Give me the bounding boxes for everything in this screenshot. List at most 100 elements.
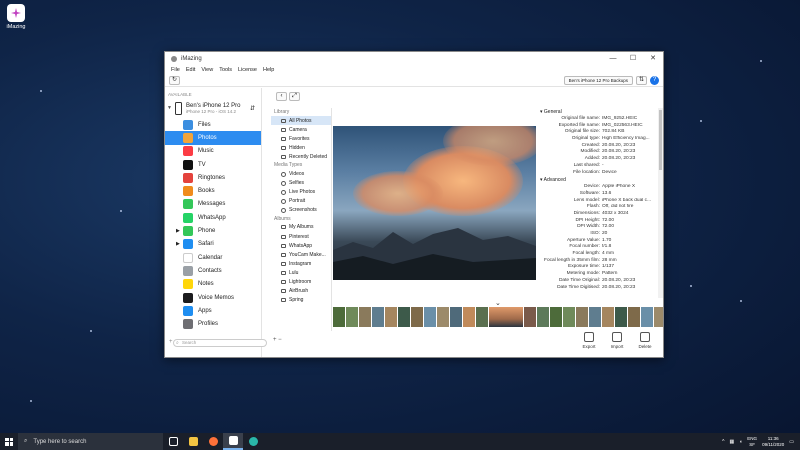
filmstrip-thumbnail[interactable] xyxy=(450,307,462,327)
media-item-videos[interactable]: Videos xyxy=(271,169,331,178)
sidebar-item-files[interactable]: Files xyxy=(165,118,261,131)
transfer-button[interactable]: ⇅ xyxy=(636,76,647,85)
chevron-up-icon[interactable]: ^ xyxy=(722,439,724,445)
sidebar-item-ringtones[interactable]: Ringtones xyxy=(165,171,261,184)
advanced-section-header[interactable]: ▾ Advanced xyxy=(538,176,663,184)
filmstrip-thumbnail[interactable] xyxy=(641,307,653,327)
album-item-pinterest[interactable]: Pinterest xyxy=(271,232,331,241)
media-item-selfies[interactable]: Selfies xyxy=(271,179,331,188)
chevron-down-icon[interactable]: ⌄ xyxy=(495,299,501,307)
album-item-whatsapp[interactable]: WhatsApp xyxy=(271,241,331,250)
library-item-hidden[interactable]: Hidden xyxy=(271,143,331,152)
close-button[interactable]: ✕ xyxy=(643,52,663,65)
filmstrip-thumbnail[interactable] xyxy=(385,307,397,327)
maximize-button[interactable]: ☐ xyxy=(623,52,643,65)
desktop-imazing-icon[interactable]: iMazing xyxy=(4,4,28,30)
menu-file[interactable]: File xyxy=(168,67,183,73)
album-item-instagram[interactable]: Instagram xyxy=(271,259,331,268)
minimize-button[interactable]: — xyxy=(603,52,623,65)
filmstrip-thumbnail[interactable] xyxy=(437,307,449,327)
library-item-recently-deleted[interactable]: Recently Deleted xyxy=(271,152,331,161)
taskbar-search[interactable]: ⌕ Type here to search xyxy=(18,433,163,450)
sidebar-item-apps[interactable]: Apps xyxy=(165,304,261,317)
import-button[interactable]: Import xyxy=(609,332,625,349)
sidebar-item-books[interactable]: Books xyxy=(165,184,261,197)
sidebar-item-contacts[interactable]: Contacts xyxy=(165,264,261,277)
edge-button[interactable] xyxy=(243,433,263,450)
filmstrip-thumbnail[interactable] xyxy=(576,307,588,327)
sidebar-item-safari[interactable]: ▶ Safari xyxy=(165,238,261,251)
language-indicator[interactable]: ENG SF xyxy=(747,436,757,448)
sidebar-item-calendar[interactable]: Calendar xyxy=(165,251,261,264)
add-album-button[interactable]: + − xyxy=(273,337,282,343)
media-item-portrait[interactable]: Portrait xyxy=(271,197,331,206)
filmstrip-thumbnail[interactable] xyxy=(563,307,575,327)
filmstrip-thumbnail[interactable] xyxy=(628,307,640,327)
info-scrollbar[interactable] xyxy=(658,108,663,298)
album-item-my-albums[interactable]: My Albums xyxy=(271,223,331,232)
network-icon[interactable]: ▦ xyxy=(730,439,735,445)
menu-help[interactable]: Help xyxy=(260,67,277,73)
sidebar-item-voice-memos[interactable]: Voice Memos xyxy=(165,291,261,304)
filmstrip-thumbnail[interactable] xyxy=(372,307,384,327)
library-item-all-photos[interactable]: All Photos xyxy=(271,116,331,126)
album-item-youcam-make[interactable]: YouCam Make... xyxy=(271,250,331,259)
menu-view[interactable]: View xyxy=(198,67,216,73)
filmstrip-thumbnail[interactable] xyxy=(333,307,345,327)
task-view-button[interactable] xyxy=(163,433,183,450)
sidebar-item-profiles[interactable]: Profiles xyxy=(165,317,261,330)
plus-icon[interactable]: + xyxy=(169,339,173,345)
sidebar-item-whatsapp[interactable]: WhatsApp xyxy=(165,211,261,224)
file-explorer-button[interactable] xyxy=(183,433,203,450)
expand-arrow-icon[interactable]: ▶ xyxy=(176,228,180,234)
expand-arrow-icon[interactable]: ▶ xyxy=(176,241,180,247)
refresh-button[interactable]: ↻ xyxy=(169,76,180,85)
sidebar-item-notes[interactable]: Notes xyxy=(165,278,261,291)
filmstrip-thumbnail[interactable] xyxy=(589,307,601,327)
album-item-lulu[interactable]: Lulu xyxy=(271,268,331,277)
export-button[interactable]: Export xyxy=(581,332,597,349)
library-item-favorites[interactable]: Favorites xyxy=(271,134,331,143)
chevron-down-icon[interactable]: ▼ xyxy=(167,105,175,111)
device-row[interactable]: ▼ Ben's iPhone 12 Pro iPhone 12 Pro - iO… xyxy=(165,98,261,118)
sidebar-item-music[interactable]: Music xyxy=(165,145,261,158)
filmstrip-thumbnail[interactable] xyxy=(489,307,523,327)
sidebar-item-tv[interactable]: TV xyxy=(165,158,261,171)
start-button[interactable] xyxy=(0,433,18,450)
back-button[interactable]: ‹ xyxy=(276,92,287,101)
notifications-icon[interactable]: ▭ xyxy=(789,439,794,445)
media-item-live-photos[interactable]: Live Photos xyxy=(271,188,331,197)
help-button[interactable]: ? xyxy=(650,76,659,85)
media-item-screenshots[interactable]: Screenshots xyxy=(271,206,331,215)
sidebar-search-input[interactable]: ⌕ Search xyxy=(173,339,267,347)
filmstrip-thumbnail[interactable] xyxy=(424,307,436,327)
filmstrip-thumbnail[interactable] xyxy=(398,307,410,327)
album-item-lightroom[interactable]: Lightroom xyxy=(271,278,331,287)
filmstrip-thumbnail[interactable] xyxy=(346,307,358,327)
filmstrip-thumbnail[interactable] xyxy=(615,307,627,327)
album-item-spring[interactable]: Spring xyxy=(271,296,331,305)
firefox-button[interactable] xyxy=(203,433,223,450)
fullscreen-button[interactable]: ⤢ xyxy=(289,92,300,101)
filmstrip-thumbnail[interactable] xyxy=(537,307,549,327)
filmstrip-thumbnail[interactable] xyxy=(654,307,663,327)
library-item-camera[interactable]: Camera xyxy=(271,125,331,134)
filmstrip-thumbnail[interactable] xyxy=(524,307,536,327)
menu-edit[interactable]: Edit xyxy=(183,67,198,73)
general-section-header[interactable]: ▾ General xyxy=(538,108,663,116)
menu-license[interactable]: License xyxy=(235,67,260,73)
filmstrip-thumbnail[interactable] xyxy=(476,307,488,327)
delete-button[interactable]: Delete xyxy=(637,332,653,349)
sidebar-item-messages[interactable]: Messages xyxy=(165,198,261,211)
menu-tools[interactable]: Tools xyxy=(216,67,235,73)
filmstrip-thumbnail[interactable] xyxy=(411,307,423,327)
album-item-airbrush[interactable]: AirBrush xyxy=(271,287,331,296)
imazing-taskbar-button[interactable] xyxy=(223,433,243,450)
filmstrip-thumbnail[interactable] xyxy=(550,307,562,327)
photo-filmstrip[interactable] xyxy=(333,307,663,327)
filmstrip-thumbnail[interactable] xyxy=(463,307,475,327)
clock[interactable]: 11:36 09/11/2020 xyxy=(762,436,784,448)
sidebar-item-phone[interactable]: ▶ Phone xyxy=(165,224,261,237)
sidebar-item-photos[interactable]: Photos xyxy=(165,131,261,145)
filmstrip-thumbnail[interactable] xyxy=(359,307,371,327)
